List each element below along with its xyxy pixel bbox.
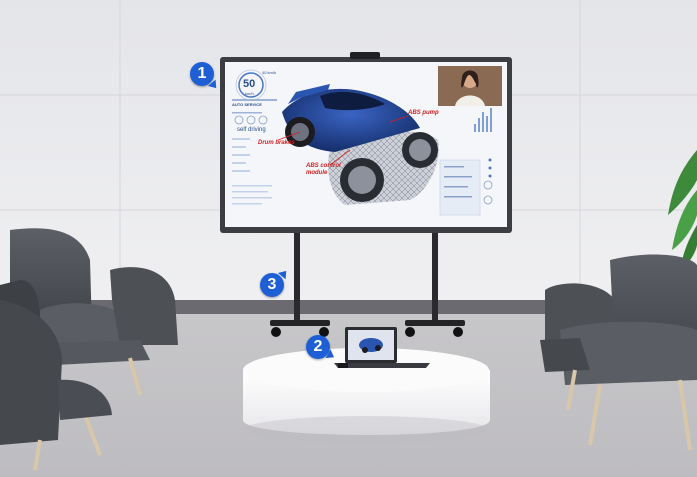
showroom-scene: 50 km/h 40 km/h AUTO SERVICE self drivin… — [0, 0, 697, 477]
camera-bar — [350, 52, 380, 59]
annotation-abs-module: ABS control module — [306, 163, 341, 176]
auto-service-label: AUTO SERVICE — [232, 102, 262, 107]
speed-value: 50 — [243, 78, 256, 90]
top-speed-label: 40 km/h — [262, 70, 277, 75]
annotation-drum-brakes: Drum brakes — [258, 140, 295, 146]
speed-unit: km/h — [245, 91, 254, 96]
scene-illustration — [0, 0, 697, 477]
callout-badge-1: 1 — [190, 62, 214, 86]
annotation-abs-pump: ABS pump — [408, 110, 439, 116]
callout-badge-3: 3 — [260, 273, 284, 297]
callout-badge-2: 2 — [306, 335, 330, 359]
self-driving-label: self driving — [237, 127, 266, 133]
